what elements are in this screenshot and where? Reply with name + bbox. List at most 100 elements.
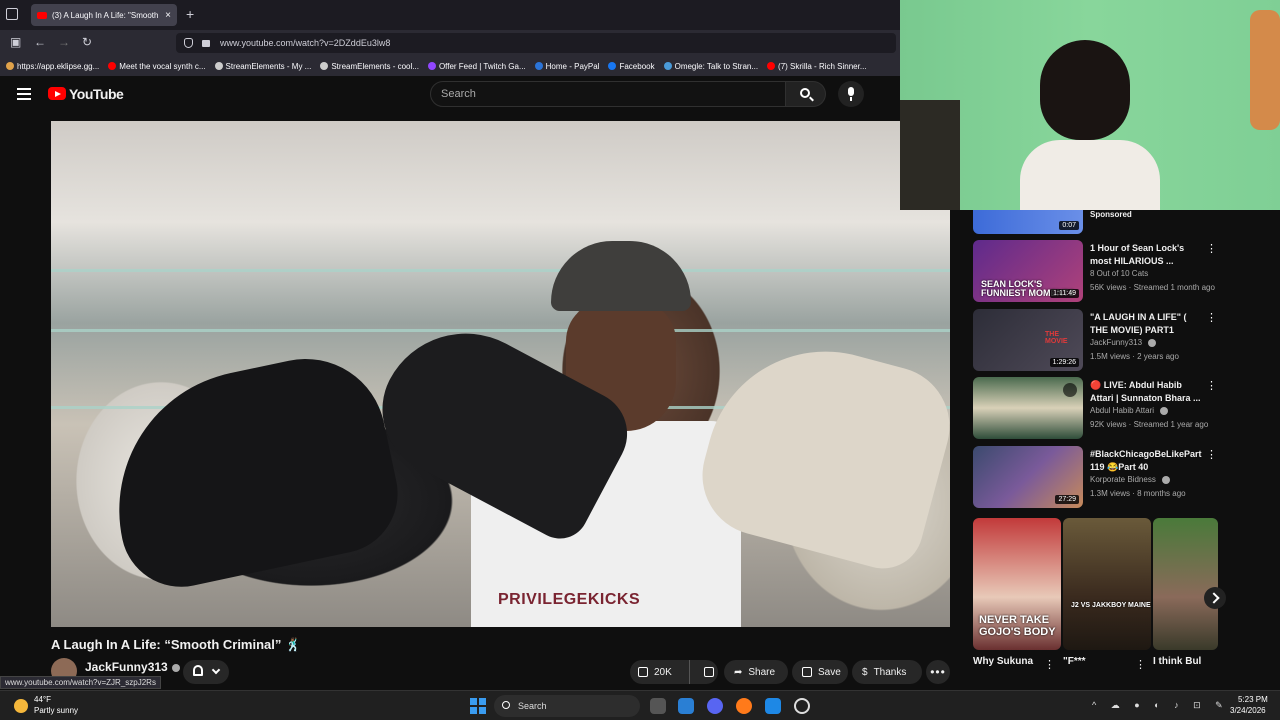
webcam-person [1020,40,1160,210]
verified-icon [1160,406,1169,415]
url-bar[interactable]: www.youtube.com/watch?v=2DZddEu3lw8 [176,33,896,53]
bookmark-item[interactable]: Facebook [608,62,655,71]
taskbar-search-label: Search [518,701,547,711]
rec-meta: 92K views · Streamed 1 year ago [1090,420,1209,429]
like-button[interactable]: 20K [630,660,690,684]
clock-time[interactable]: 5:23 PM [1238,695,1268,704]
system-tray-icons[interactable]: ^ ☁ ● ◐ ♪ ⊡ ✎ [1092,700,1229,711]
app-window-icon[interactable] [765,698,781,714]
channel-name-link[interactable]: JackFunny313 [85,660,180,674]
bookmark-item[interactable]: Home - PayPal [534,62,599,71]
video-player[interactable]: PRIVILEGEKICKS [51,121,950,627]
sponsored-thumbnail[interactable]: 0:07 [973,210,1083,234]
verified-icon [1162,475,1171,484]
search-input[interactable]: Search [430,81,786,107]
duration-badge: 1:29:26 [1049,358,1079,367]
thumbs-down-icon[interactable] [704,667,714,677]
bookmark-item[interactable]: Omegle: Talk to Stran... [663,62,758,71]
bookmark-favicon-icon [534,62,543,70]
more-vert-icon[interactable]: ⋮ [1206,379,1217,392]
youtube-logo-icon[interactable] [48,87,66,100]
task-view-icon[interactable] [650,698,666,714]
rec-thumbnail[interactable]: 27:29 [973,446,1083,508]
rec-video[interactable]: 27:29 #BlackChicagoBeLikePart 119 😂Part … [973,446,1225,508]
rec-channel: JackFunny313 [1090,338,1157,347]
reload-button[interactable]: ↻ [82,35,92,49]
more-vert-icon[interactable]: ⋮ [1135,658,1146,671]
short-thumbnail[interactable]: J2 VS JAKKBOY MAINE [1063,518,1151,650]
tab-list-icon[interactable] [6,8,18,20]
forward-button[interactable]: → [58,35,70,49]
watch-later-icon[interactable] [1063,383,1077,397]
short-title[interactable]: "F*** [1063,656,1086,667]
clock-date[interactable]: 3/24/2026 [1230,706,1266,715]
active-tab[interactable]: (3) A Laugh In A Life: "Smooth C × [31,4,177,26]
voice-search-button[interactable] [838,81,864,107]
rec-meta: 56K views · Streamed 1 month ago [1090,283,1215,292]
taskbar-search[interactable]: Search [494,695,640,717]
search-icon [502,701,510,709]
discord-app-icon[interactable] [707,698,723,714]
bookmark-item[interactable]: StreamElements - My ... [214,62,311,71]
bookmark-label: Meet the vocal synth c... [119,61,206,71]
weather-description[interactable]: Partly sunny [34,706,78,715]
youtube-favicon-icon [37,11,47,19]
bookmark-item[interactable]: Meet the vocal synth c... [108,61,206,71]
sidebar-toggle-icon[interactable]: ▣ [10,35,21,49]
thanks-label: Thanks [873,666,907,678]
rec-meta: 1.3M views · 8 months ago [1090,489,1186,498]
windows-start-icon[interactable] [470,698,486,714]
new-tab-button[interactable]: + [186,6,194,22]
shorts-next-button[interactable] [1204,587,1226,609]
bookmark-item[interactable]: https://app.eklipse.gg... [6,62,99,71]
bookmark-item[interactable]: StreamElements - cool... [320,62,419,71]
bookmark-label: Offer Feed | Twitch Ga... [438,61,526,71]
short-thumbnail[interactable]: NEVER TAKE GOJO'S BODY [973,518,1061,650]
short-title[interactable]: I think Bul [1153,656,1201,667]
bookmark-favicon-icon [663,62,672,70]
bookmark-item[interactable]: (7) Skrilla - Rich Sinner... [767,62,867,71]
thumbs-up-icon [638,667,648,677]
rec-channel: 8 Out of 10 Cats [1090,269,1149,278]
more-vert-icon[interactable]: ⋮ [1206,448,1217,461]
lock-icon[interactable] [202,40,210,47]
more-vert-icon[interactable]: ⋮ [1206,311,1217,324]
short-thumbnail[interactable] [1153,518,1218,650]
thanks-icon: $ [862,666,868,678]
store-app-icon[interactable] [678,698,694,714]
short-title[interactable]: Why Sukuna [973,656,1033,667]
more-actions-button[interactable]: ••• [926,660,950,684]
hamburger-menu-icon[interactable] [17,88,31,100]
rec-video[interactable]: SEAN LOCK'S FUNNIEST MOMENTS 1:11:49 1 H… [973,240,1225,302]
bookmark-favicon-icon [320,62,329,70]
bookmark-item[interactable]: Offer Feed | Twitch Ga... [427,61,526,71]
search-button[interactable] [786,81,826,107]
rec-thumbnail[interactable]: SEAN LOCK'S FUNNIEST MOMENTS 1:11:49 [973,240,1083,302]
link-status-bar: www.youtube.com/watch?v=ZJR_szpJ2Rs [0,676,161,689]
tab-close-icon[interactable]: × [165,10,171,21]
thanks-button[interactable]: $ Thanks [852,660,922,684]
bookmark-label: StreamElements - cool... [331,61,419,71]
save-button[interactable]: Save [792,660,848,684]
back-button[interactable]: ← [34,35,46,49]
rec-thumbnail[interactable]: THE MOVIE 1:29:26 [973,309,1083,371]
share-button[interactable]: ➦ Share [724,660,788,684]
weather-temperature[interactable]: 44°F [34,695,51,704]
weather-sun-icon[interactable] [14,699,28,713]
rec-video[interactable]: 🔴 LIVE: Abdul Habib Attari | Sunnaton Bh… [973,377,1225,439]
steam-app-icon[interactable] [794,698,810,714]
shield-icon[interactable] [184,38,193,48]
duration-badge: 1:11:49 [1050,289,1079,298]
more-vert-icon[interactable]: ⋮ [1044,658,1055,671]
rec-video[interactable]: THE MOVIE 1:29:26 "A LAUGH IN A LIFE" ( … [973,309,1225,371]
short-caption: NEVER TAKE GOJO'S BODY [979,614,1056,638]
channel-name: JackFunny313 [85,660,168,674]
bookmark-favicon-icon [6,62,14,70]
more-vert-icon[interactable]: ⋮ [1206,242,1217,255]
shirt-print-text: PRIVILEGEKICKS [498,591,641,608]
notification-bell-button[interactable] [183,660,229,684]
firefox-app-icon[interactable] [736,698,752,714]
youtube-logo-text[interactable]: YouTube [69,86,124,102]
bookmark-icon [802,667,812,677]
rec-thumbnail[interactable] [973,377,1083,439]
